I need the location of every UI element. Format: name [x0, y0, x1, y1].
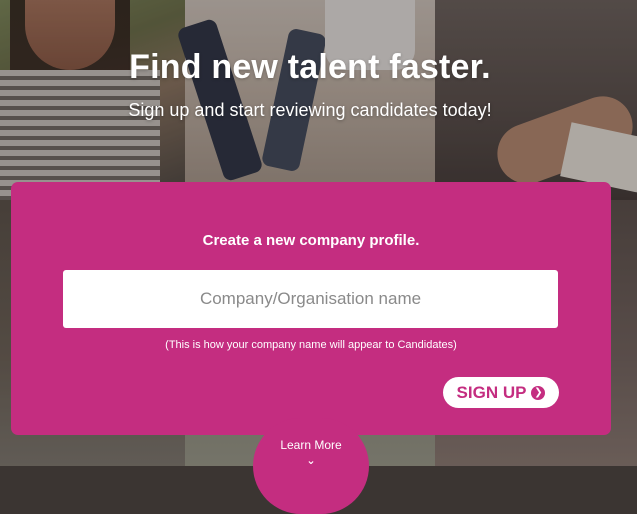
card-heading: Create a new company profile. — [202, 232, 420, 249]
chevron-right-circle-icon: ❯ — [531, 385, 546, 400]
learn-more-button[interactable]: Learn More ⌄ — [253, 418, 369, 514]
hero-subtitle: Sign up and start reviewing candidates t… — [128, 100, 492, 120]
hero-title: Find new talent faster. — [129, 48, 491, 86]
learn-more-label: Learn More — [280, 438, 342, 452]
sign-up-button-label: SIGN UP — [456, 382, 527, 402]
chevron-down-icon: ⌄ — [306, 455, 316, 467]
sign-up-button[interactable]: SIGN UP ❯ — [443, 377, 559, 408]
company-name-hint: (This is how your company name will appe… — [165, 339, 457, 351]
company-name-input[interactable] — [63, 270, 558, 328]
signup-card: Create a new company profile. (This is h… — [11, 182, 611, 435]
